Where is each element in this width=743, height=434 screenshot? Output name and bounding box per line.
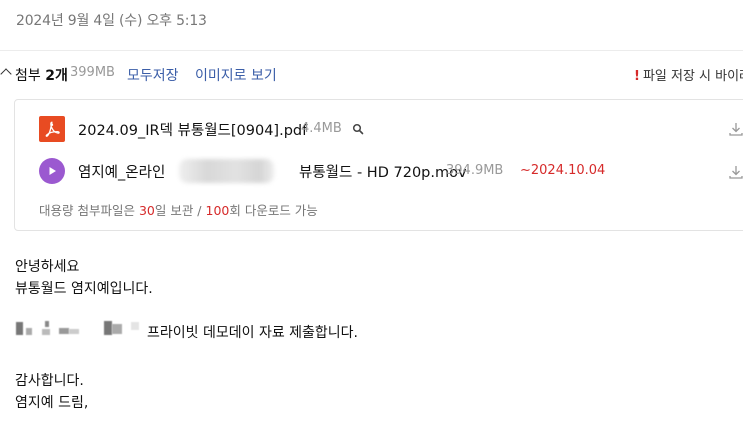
body-line: 뷰통월드 염지예입니다. <box>15 281 153 297</box>
attachment-expiry: ~2024.10.04 <box>520 163 606 178</box>
attachments-count: 2개 <box>45 68 68 84</box>
body-line: 프라이빗 데모데이 자료 제출합니다. <box>147 325 358 341</box>
header-divider <box>0 50 743 51</box>
redacted-block <box>59 328 69 334</box>
body-line: 감사합니다. <box>15 373 84 389</box>
attachment-name-suffix[interactable]: 뷰통월드 - HD 720p.mov <box>299 161 467 182</box>
redacted-block <box>42 329 50 335</box>
email-date: 2024년 9월 4일 (수) 오후 5:13 <box>16 13 207 29</box>
redacted-block <box>16 322 23 335</box>
virus-warning: ! 파일 저장 시 바이러 <box>634 65 743 84</box>
redacted-block <box>131 322 139 330</box>
download-icon[interactable] <box>728 121 743 141</box>
note-text: 대용량 첨부파일은 <box>39 203 139 218</box>
play-icon <box>39 158 65 184</box>
attachments-title: 첨부 2개 <box>15 65 68 85</box>
attachments-total-size: 399MB <box>70 65 115 80</box>
attachments-title-label: 첨부 <box>15 68 46 84</box>
attachment-item-video[interactable]: 염지예_온라인 뷰통월드 - HD 720p.mov 394.9MB ~2024… <box>39 158 605 184</box>
redacted-filename-segment <box>179 159 274 183</box>
attachment-name[interactable]: 2024.09_IR덱 뷰통월드[0904].pdf <box>78 119 307 140</box>
redacted-block <box>112 324 122 334</box>
collapse-chevron-icon[interactable] <box>0 68 12 80</box>
body-line: 염지예 드림, <box>15 395 89 411</box>
preview-search-icon[interactable] <box>352 120 364 139</box>
attachment-name-prefix[interactable]: 염지예_온라인 <box>78 161 165 182</box>
attachment-item-pdf[interactable]: 2024.09_IR덱 뷰통월드[0904].pdf 4.4MB <box>39 116 364 142</box>
redacted-block <box>26 328 32 335</box>
note-text: 회 다운로드 가능 <box>229 203 318 218</box>
email-view: 2024년 9월 4일 (수) 오후 5:13 첨부 2개 399MB 모두저장… <box>0 0 743 434</box>
note-downloads: 100 <box>205 203 230 218</box>
view-as-image-button[interactable]: 이미지로 보기 <box>195 65 277 85</box>
attachment-size: 4.4MB <box>301 121 342 136</box>
warning-icon: ! <box>634 69 640 84</box>
warning-text: 파일 저장 시 바이러 <box>642 69 743 84</box>
pdf-icon <box>39 116 65 142</box>
attachments-box: 2024.09_IR덱 뷰통월드[0904].pdf 4.4MB 염지예_온라인… <box>14 99 743 231</box>
note-days: 30 <box>138 203 155 218</box>
large-attachment-note: 대용량 첨부파일은 30일 보관 / 100회 다운로드 가능 <box>39 200 318 219</box>
note-text: 일 보관 / <box>154 203 206 218</box>
save-all-button[interactable]: 모두저장 <box>127 65 179 85</box>
download-icon[interactable] <box>728 164 743 184</box>
redacted-block <box>45 321 49 327</box>
attachments-header: 첨부 2개 399MB 모두저장 이미지로 보기 ! 파일 저장 시 바이러 <box>0 64 743 86</box>
attachment-size: 394.9MB <box>446 163 504 178</box>
redacted-block <box>104 321 112 335</box>
redacted-block <box>69 329 79 334</box>
body-line: 안녕하세요 <box>15 259 80 275</box>
